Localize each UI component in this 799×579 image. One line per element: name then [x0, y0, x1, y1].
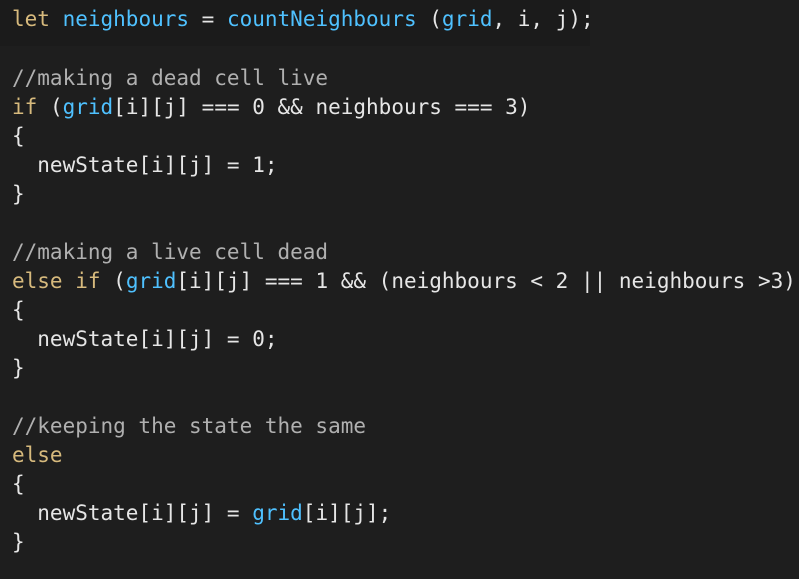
- code-token: {: [12, 124, 25, 148]
- code-token: }: [12, 530, 25, 554]
- code-token: newState[i][j] =: [12, 501, 253, 525]
- code-line: //keeping the state the same: [12, 412, 366, 440]
- code-token: grid: [441, 7, 493, 31]
- code-token: //making a live cell dead: [12, 240, 329, 264]
- code-token: countNeighbours: [226, 7, 417, 31]
- code-token: (: [100, 269, 126, 293]
- code-token: grid: [252, 501, 303, 525]
- code-token: {: [12, 472, 25, 496]
- code-line: newState[i][j] = 0;: [12, 325, 278, 353]
- code-token: newState[i][j] = 0;: [12, 327, 278, 351]
- code-token: else if: [12, 269, 101, 293]
- code-token: =: [189, 7, 227, 31]
- code-token: //making a dead cell live: [12, 66, 329, 90]
- code-token: [i][j] === 1 && (neighbours < 2 || neigh…: [176, 269, 799, 293]
- code-line: {: [12, 296, 25, 324]
- code-line: newState[i][j] = grid[i][j];: [12, 499, 391, 527]
- code-line: else: [12, 441, 63, 469]
- code-line: }: [12, 354, 25, 382]
- code-token: //keeping the state the same: [12, 414, 367, 438]
- code-line: //making a dead cell live: [12, 64, 328, 92]
- code-token: [i][j] === 0 && neighbours === 3): [113, 95, 531, 119]
- code-token: let: [12, 7, 50, 31]
- code-token: }: [12, 356, 25, 380]
- code-line: //making a live cell dead: [12, 238, 328, 266]
- code-token: grid: [125, 269, 177, 293]
- code-line: newState[i][j] = 1;: [12, 151, 278, 179]
- code-token: [i][j];: [302, 501, 392, 525]
- code-line: {: [12, 122, 25, 150]
- code-token: , i, j);: [492, 7, 594, 31]
- code-token: grid: [62, 95, 114, 119]
- code-token: (: [416, 7, 442, 31]
- code-token: newState[i][j] = 1;: [12, 153, 278, 177]
- code-token: neighbours: [62, 7, 190, 31]
- code-token: {: [12, 298, 25, 322]
- code-line: else if (grid[i][j] === 1 && (neighbours…: [12, 267, 799, 295]
- code-token: else: [12, 443, 63, 467]
- code-token: if: [12, 95, 38, 119]
- code-line: let neighbours = countNeighbours (grid, …: [12, 5, 594, 33]
- code-line: {: [12, 470, 25, 498]
- code-line: }: [12, 528, 25, 556]
- code-line: if (grid[i][j] === 0 && neighbours === 3…: [12, 93, 530, 121]
- code-line: }: [12, 180, 25, 208]
- code-token: (: [37, 95, 63, 119]
- code-token: }: [12, 182, 25, 206]
